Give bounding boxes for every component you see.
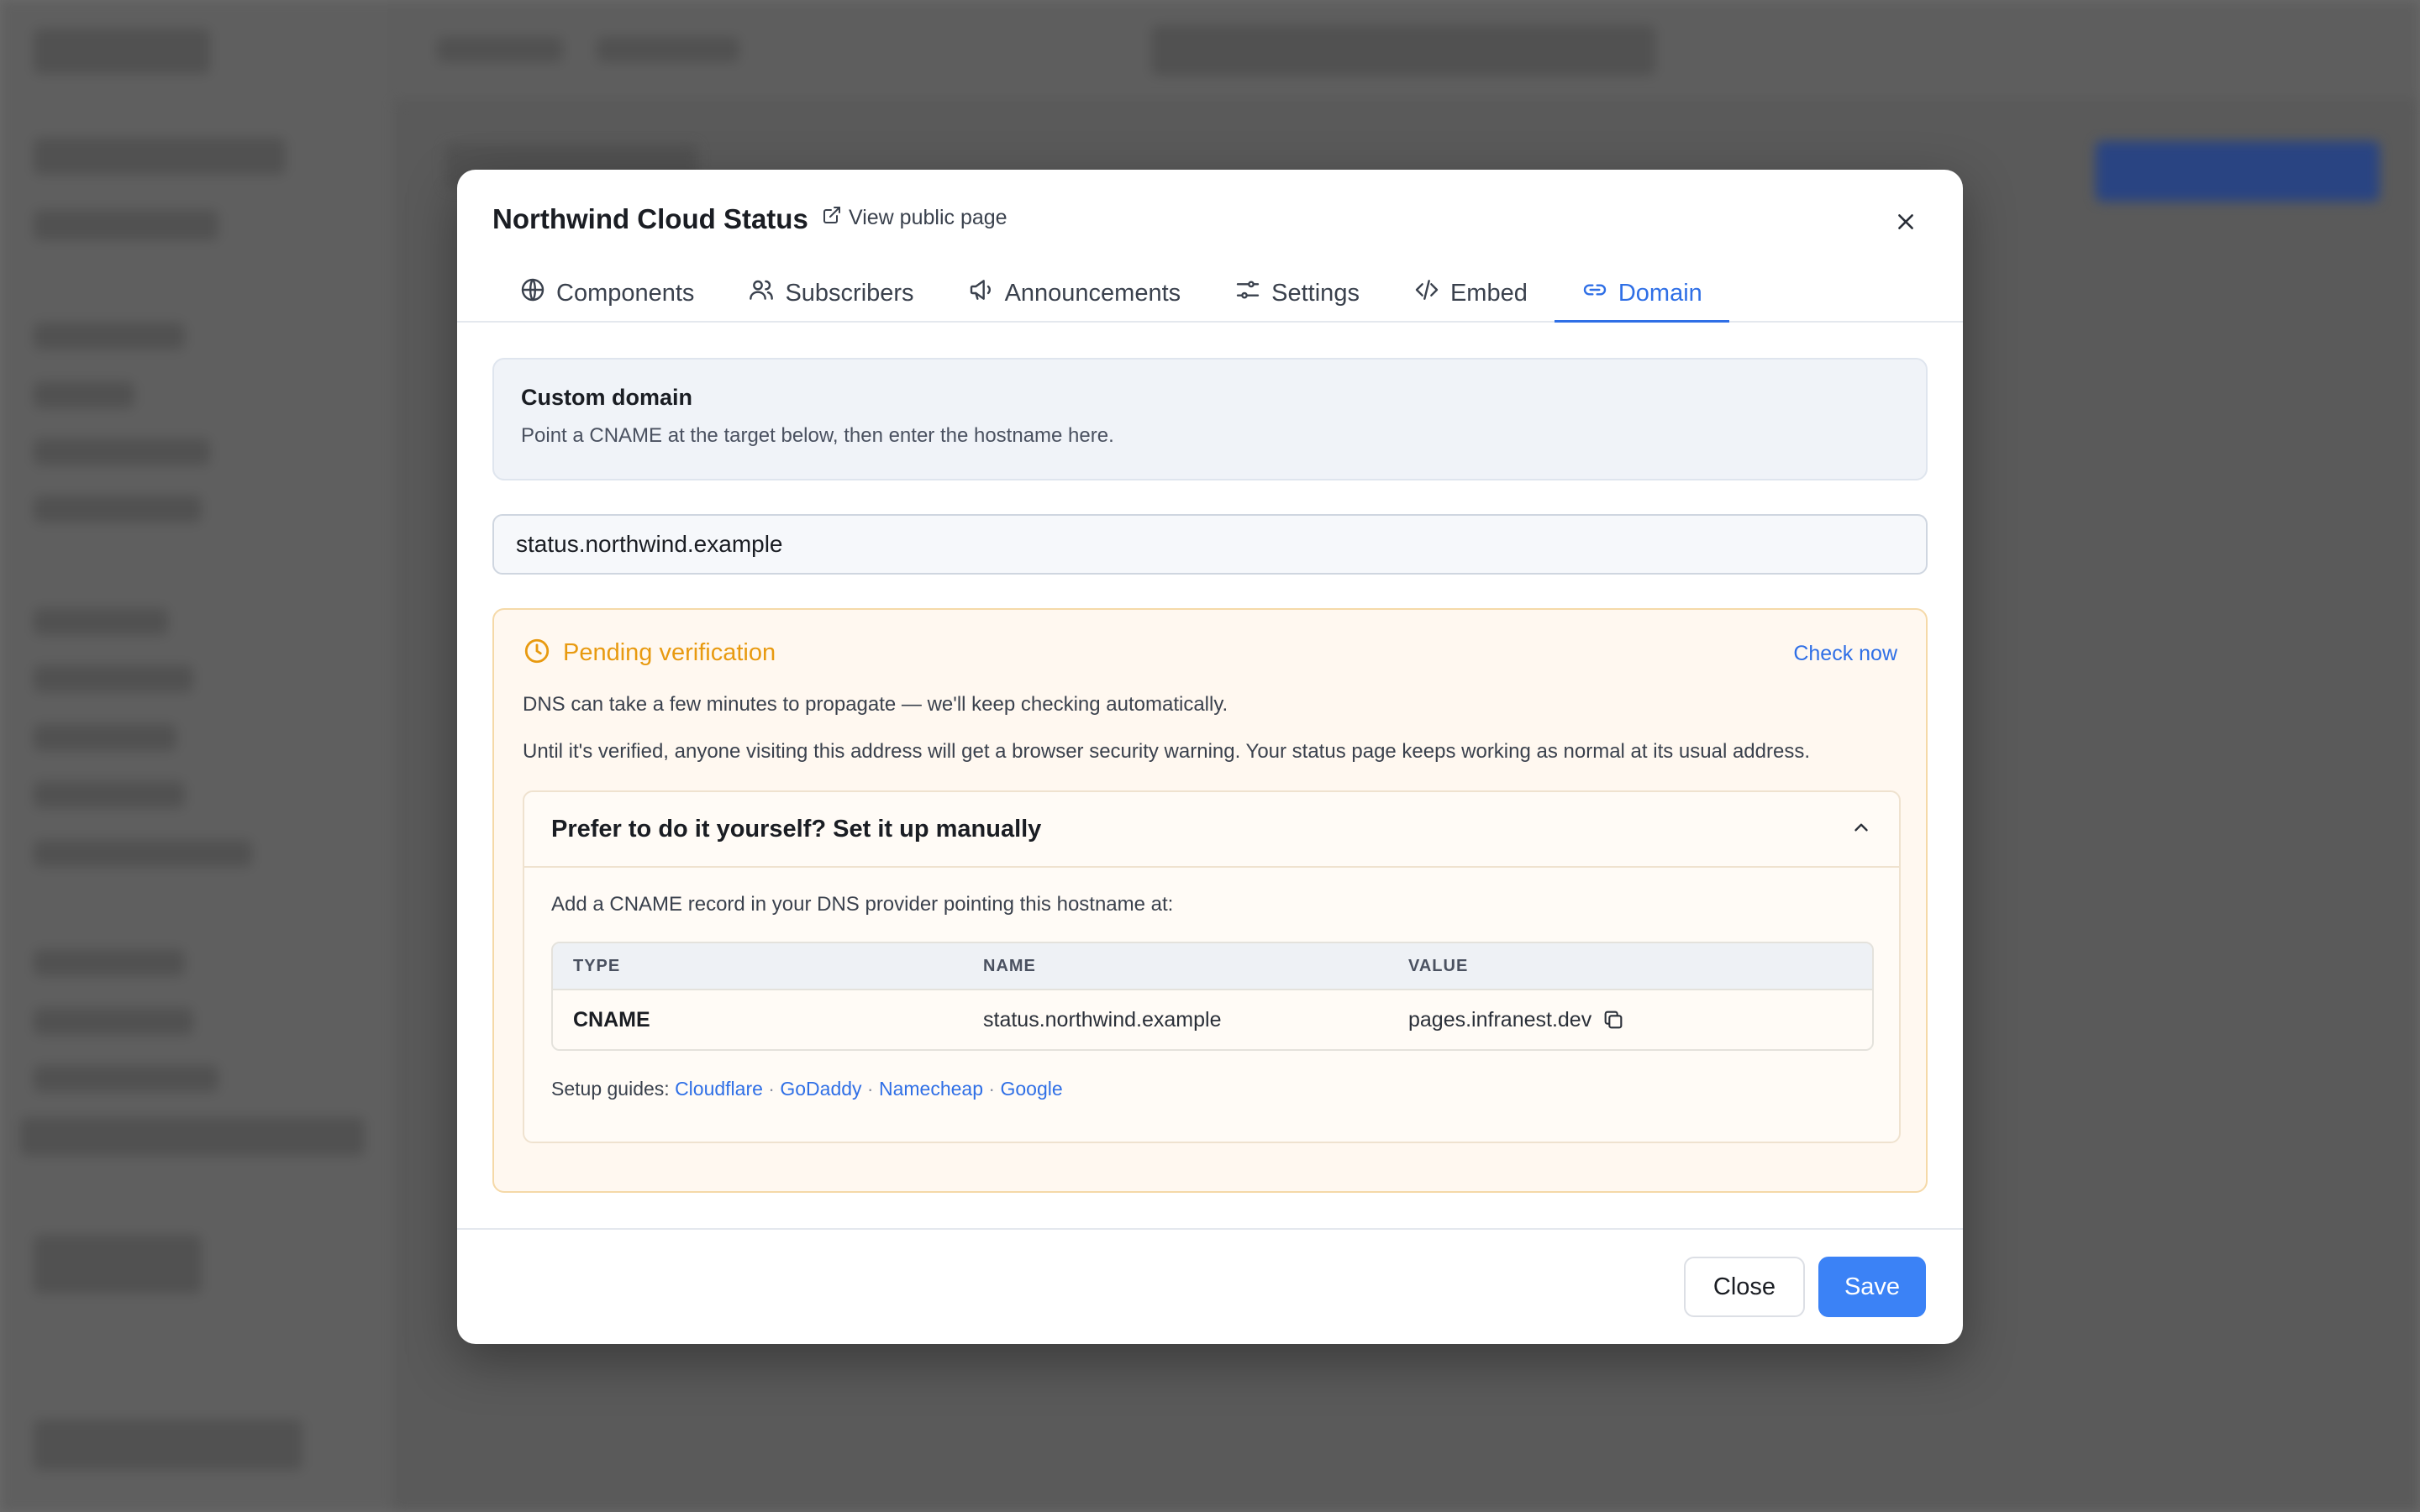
setup-guides: Setup guides: Cloudflare · GoDaddy · Nam… <box>551 1078 1063 1100</box>
pending-paragraph-2: Until it's verified, anyone visiting thi… <box>523 740 1810 763</box>
save-button[interactable]: Save <box>1818 1257 1926 1317</box>
globe-icon <box>519 276 546 310</box>
sliders-icon <box>1234 276 1261 310</box>
custom-domain-title: Custom domain <box>521 385 693 410</box>
users-icon <box>748 276 775 310</box>
modal-header: Northwind Cloud Status View public page … <box>457 170 1963 323</box>
pending-title: Pending verification <box>563 639 776 666</box>
tab-settings-label: Settings <box>1271 279 1360 307</box>
status-page-modal: Northwind Cloud Status View public page … <box>457 170 1963 1344</box>
tab-announcements[interactable]: Announcements <box>941 264 1208 323</box>
dns-record-table: TYPE NAME VALUE CNAME status.northwind.e… <box>551 942 1874 1051</box>
tab-subscribers-label: Subscribers <box>785 279 914 307</box>
setup-guides-label: Setup guides: <box>551 1078 670 1100</box>
chevron-up-icon <box>1850 816 1872 843</box>
record-name: status.northwind.example <box>983 1007 1222 1032</box>
modal-tabs: Components Subscribers Announcements Set… <box>492 264 1729 323</box>
column-header-name: NAME <box>983 956 1036 975</box>
check-now-link[interactable]: Check now <box>1793 642 1897 666</box>
clock-icon <box>523 637 551 669</box>
pending-header: Pending verification <box>523 637 1897 669</box>
tab-domain[interactable]: Domain <box>1554 264 1729 323</box>
guide-link-cloudflare[interactable]: Cloudflare <box>675 1078 763 1100</box>
tab-embed[interactable]: Embed <box>1386 264 1555 323</box>
modal-title: Northwind Cloud Status <box>492 203 808 234</box>
record-value-cell: pages.infranest.dev <box>1403 1008 1872 1032</box>
close-button[interactable]: Close <box>1684 1257 1805 1317</box>
pending-verification-panel: Pending verification Check now DNS can t… <box>492 608 1928 1193</box>
view-public-page-label: View public page <box>849 206 1007 229</box>
table-row: CNAME status.northwind.example pages.inf… <box>553 990 1872 1049</box>
column-header-type: TYPE <box>573 956 621 975</box>
record-type: CNAME <box>573 1007 650 1032</box>
manual-setup-title: Prefer to do it yourself? Set it up manu… <box>551 815 1042 843</box>
manual-setup-toggle[interactable]: Prefer to do it yourself? Set it up manu… <box>524 792 1899 868</box>
tab-settings[interactable]: Settings <box>1207 264 1386 323</box>
code-icon <box>1413 276 1440 310</box>
link-icon <box>1581 276 1608 310</box>
manual-setup-lead: Add a CNAME record in your DNS provider … <box>551 893 1174 916</box>
tab-subscribers[interactable]: Subscribers <box>721 264 940 323</box>
tab-embed-label: Embed <box>1449 279 1528 307</box>
custom-domain-description: Point a CNAME at the target below, then … <box>521 424 1114 447</box>
domain-tab-content: Custom domain Point a CNAME at the targe… <box>492 358 1928 1193</box>
custom-domain-info: Custom domain Point a CNAME at the targe… <box>492 358 1928 480</box>
modal-footer: Close Save <box>457 1228 1963 1344</box>
manual-setup-accordion: Prefer to do it yourself? Set it up manu… <box>523 790 1901 1143</box>
megaphone-icon <box>968 276 995 310</box>
pending-paragraph-1: DNS can take a few minutes to propagate … <box>523 693 1228 716</box>
guide-link-namecheap[interactable]: Namecheap <box>879 1078 983 1100</box>
tab-components-label: Components <box>556 279 695 307</box>
manual-setup-body: Add a CNAME record in your DNS provider … <box>524 868 1899 1126</box>
view-public-page-link[interactable]: View public page <box>822 205 1007 231</box>
dns-table-header: TYPE NAME VALUE <box>553 943 1872 990</box>
close-icon <box>1895 211 1917 237</box>
copy-icon[interactable] <box>1602 1008 1625 1032</box>
tab-announcements-label: Announcements <box>1004 279 1181 307</box>
hostname-input[interactable] <box>492 514 1928 575</box>
tab-components[interactable]: Components <box>492 264 721 323</box>
modal-close-button[interactable] <box>1889 207 1923 240</box>
external-link-icon <box>822 205 842 231</box>
guide-link-godaddy[interactable]: GoDaddy <box>780 1078 861 1100</box>
column-header-value: VALUE <box>1408 956 1469 975</box>
tab-domain-label: Domain <box>1618 279 1702 307</box>
record-value: pages.infranest.dev <box>1408 1007 1592 1032</box>
guide-link-google[interactable]: Google <box>1000 1078 1062 1100</box>
